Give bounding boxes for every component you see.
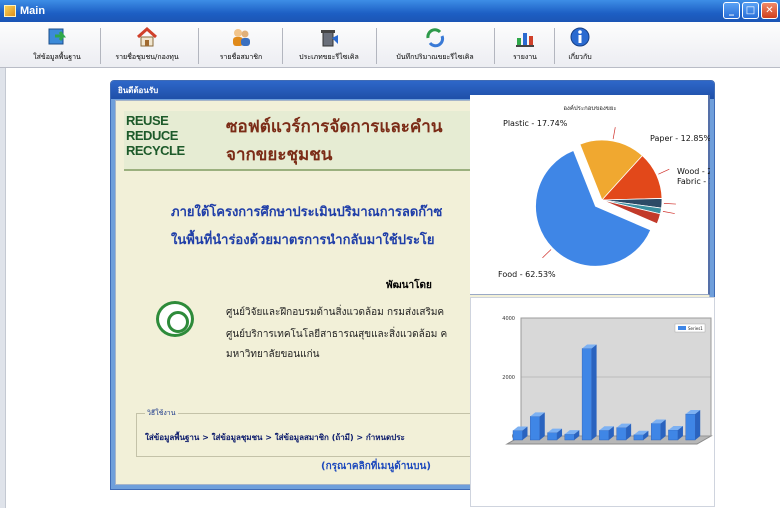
recycle-bin-icon bbox=[318, 26, 340, 48]
bar-y-tick-label: 2000 bbox=[502, 375, 515, 381]
toolbar-separator bbox=[198, 28, 199, 64]
heading-line-1: ซอฟต์แวร์การจัดการและคำน bbox=[226, 117, 443, 136]
left-edge bbox=[0, 68, 6, 517]
info-icon bbox=[569, 26, 591, 48]
window-title: Main bbox=[20, 5, 46, 17]
pie-leader-line bbox=[662, 211, 675, 214]
pie-chart-panel: องค์ประกอบของขยะ Food - 62.53% Plastic - … bbox=[470, 95, 710, 295]
reuse-reduce-recycle-logo: REUSE REDUCE RECYCLE bbox=[126, 113, 185, 158]
toolbar-community-button[interactable]: รายชื่อชุมชน/กองทุน bbox=[104, 23, 190, 67]
toolbar-data-entry-button[interactable]: ใส่ข้อมูลพื้นฐาน bbox=[22, 23, 92, 67]
toolbar: ใส่ข้อมูลพื้นฐาน รายชื่อชุมชน/กองทุน ราย… bbox=[0, 22, 780, 68]
howto-label: วิธีใช้งาน bbox=[145, 408, 178, 419]
bar-mark bbox=[685, 410, 701, 441]
developed-by-label: พัฒนาโดย bbox=[386, 280, 432, 291]
org-line-3: มหาวิทยาลัยขอนแก่น bbox=[226, 349, 320, 360]
subheading-line-2: ในพื้นที่นำร่องด้วยมาตรการนำกลับมาใช้ประ… bbox=[171, 232, 435, 247]
pie-data-label: Paper - 12.85% bbox=[650, 134, 710, 143]
report-chart-icon bbox=[514, 26, 536, 48]
org-line-1: ศูนย์วิจัยและฝึกอบรมด้านสิ่งแวดล้อม กรมส… bbox=[226, 307, 445, 318]
toolbar-record-recycle-button[interactable]: บันทึกปริมาณขยะรีไซเคิล bbox=[380, 23, 490, 67]
bottom-edge bbox=[0, 508, 780, 517]
bar-mark bbox=[581, 344, 597, 441]
close-button[interactable]: ✕ bbox=[761, 2, 778, 19]
toolbar-separator bbox=[100, 28, 101, 64]
pie-data-label: Wood - 2.57% bbox=[677, 167, 710, 176]
pie-leader-line bbox=[612, 127, 616, 140]
toolbar-report-button[interactable]: รายงาน bbox=[500, 23, 550, 67]
bar-chart: 020004000Series1 bbox=[502, 316, 713, 445]
click-note: (กรุณาคลิกที่เมนูด้านบน) bbox=[321, 461, 431, 472]
toolbar-members-button[interactable]: รายชื่อสมาชิก bbox=[206, 23, 276, 67]
bar-mark bbox=[530, 412, 545, 441]
members-icon bbox=[230, 26, 252, 48]
bar-chart-panel: 020004000Series1 bbox=[470, 297, 715, 507]
pie-data-label: Plastic - 17.74% bbox=[503, 119, 568, 128]
minimize-button[interactable]: _ bbox=[723, 2, 740, 19]
data-entry-icon bbox=[46, 26, 68, 48]
toolbar-separator bbox=[554, 28, 555, 64]
toolbar-about-button[interactable]: เกี่ยวกับ bbox=[558, 23, 602, 67]
toolbar-separator bbox=[282, 28, 283, 64]
toolbar-recycle-types-button[interactable]: ประเภทขยะรีไซเคิล bbox=[286, 23, 372, 67]
bar-mark bbox=[616, 423, 632, 441]
subheading-line-1: ภายใต้โครงการศึกษาประเมินปริมาณการลดก๊าซ bbox=[171, 204, 443, 219]
pie-chart: องค์ประกอบของขยะ Food - 62.53% Plastic - … bbox=[498, 104, 710, 279]
pie-title: องค์ประกอบของขยะ bbox=[563, 104, 616, 112]
pie-leader-line bbox=[542, 249, 552, 259]
maximize-button[interactable]: □ bbox=[742, 2, 759, 19]
org-line-2: ศูนย์บริการเทคโนโลยีสาธารณสุขและสิ่งแวดล… bbox=[226, 329, 448, 340]
organization-logo bbox=[156, 301, 194, 337]
pie-leader-line bbox=[663, 203, 676, 205]
app-icon bbox=[4, 5, 16, 17]
title-bar: Main _ □ ✕ bbox=[0, 0, 780, 22]
pie-data-label: Food - 62.53% bbox=[498, 270, 556, 279]
howto-path: ใส่ข้อมูลพื้นฐาน > ใส่ข้อมูลชุมชน > ใส่ข… bbox=[145, 433, 405, 442]
toolbar-separator bbox=[376, 28, 377, 64]
heading-line-2: จากขยะชุมชน bbox=[226, 145, 333, 164]
toolbar-separator bbox=[494, 28, 495, 64]
bar-mark bbox=[650, 419, 666, 441]
home-icon bbox=[136, 26, 158, 48]
bar-y-tick-label: 4000 bbox=[502, 316, 515, 322]
pie-leader-line bbox=[658, 168, 670, 175]
pie-data-label: Fabric - 1.55% bbox=[677, 177, 710, 186]
bar-legend-label: Series1 bbox=[688, 326, 703, 331]
window-controls: _ □ ✕ bbox=[723, 2, 778, 19]
bar-legend-swatch bbox=[678, 326, 686, 330]
recycle-arrows-icon bbox=[424, 26, 446, 48]
